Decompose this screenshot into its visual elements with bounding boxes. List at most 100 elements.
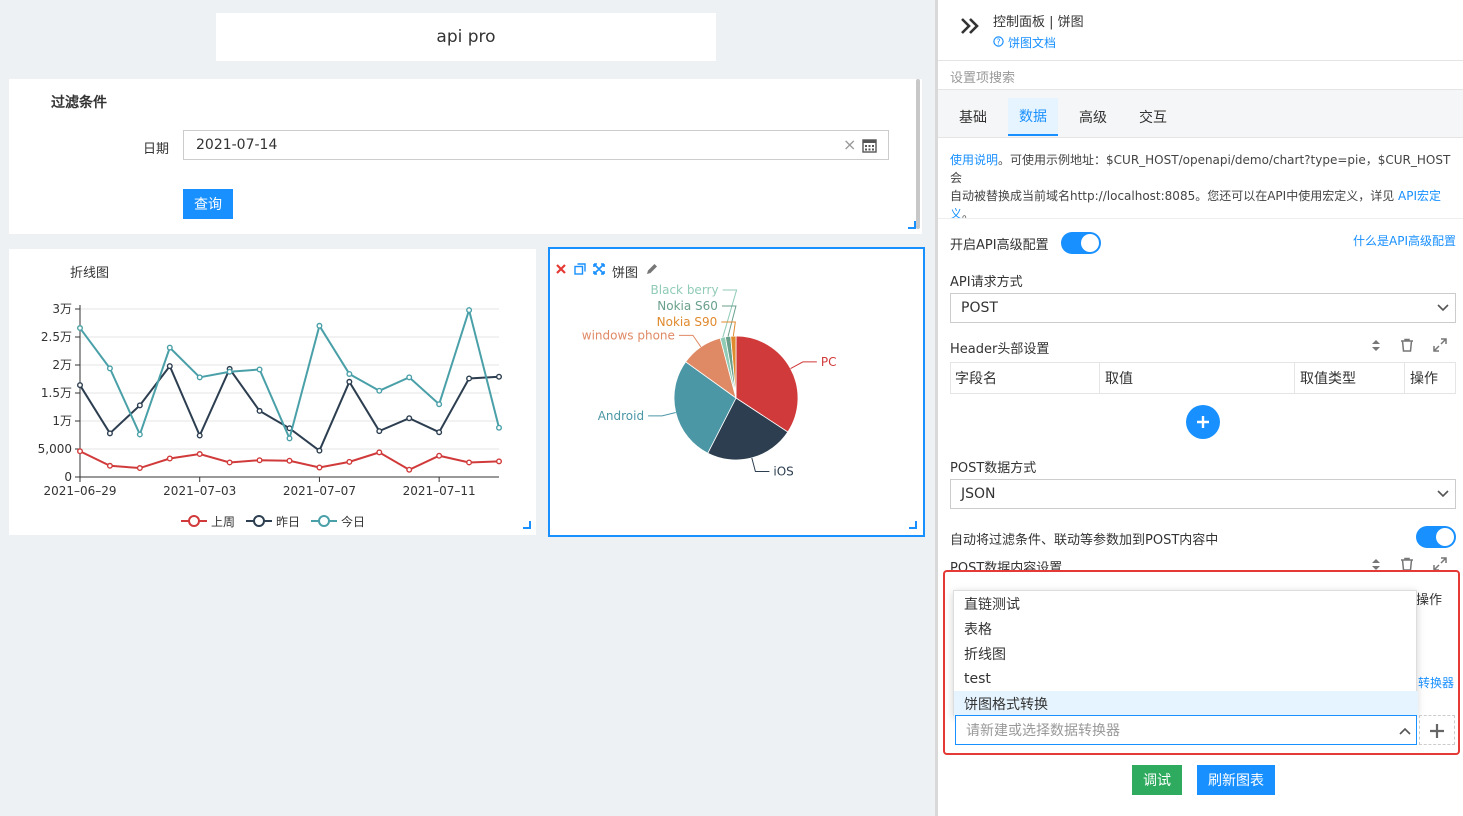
doc-link[interactable]: 饼图文档: [1008, 34, 1056, 51]
settings-search-placeholder[interactable]: 设置项搜索: [950, 67, 1015, 86]
data-point: [106, 430, 113, 437]
plus-icon: [1430, 724, 1444, 738]
label-line: [648, 412, 676, 417]
dropdown-option[interactable]: test: [954, 666, 1418, 691]
data-point: [196, 451, 203, 458]
dropdown-option[interactable]: 折线图: [954, 641, 1418, 666]
resize-handle-icon[interactable]: [908, 221, 916, 229]
line-chart-panel: 折线图 0 5,000 1万 1.5万 2万 2.5万 3万 2021–06–29 2021–…: [9, 249, 536, 535]
data-point: [196, 432, 203, 439]
data-point: [106, 365, 113, 372]
pie-label: Android: [598, 409, 644, 423]
converter-placeholder[interactable]: 请新建或选择数据转换器: [966, 720, 1120, 740]
header-label: Header头部设置: [950, 342, 1050, 357]
x-tick-label: 2021–06–29: [43, 484, 116, 498]
filter-scrollbar[interactable]: [916, 79, 920, 229]
data-point: [436, 429, 443, 436]
y-tick-label: 3万: [52, 302, 72, 316]
y-tick-label: 0: [64, 470, 72, 484]
header-col-type: 取值类型: [1295, 362, 1405, 394]
dropdown-option[interactable]: 直链测试: [954, 591, 1418, 616]
settings-search[interactable]: 设置项搜索: [938, 60, 1463, 90]
trash-icon[interactable]: [1400, 557, 1414, 571]
api-macro-link[interactable]: API宏定: [1398, 189, 1441, 203]
debug-button[interactable]: 调试: [1132, 765, 1182, 795]
data-point: [76, 382, 83, 389]
header-col-op: 操作: [1410, 371, 1438, 387]
converter-dropdown: 直链测试 表格 折线图 test 饼图格式转换: [953, 590, 1418, 716]
data-point: [316, 447, 323, 454]
chevron-up-icon[interactable]: [1399, 727, 1411, 735]
dropdown-option-highlighted[interactable]: 饼图格式转换: [954, 691, 1418, 716]
divider: [938, 218, 1463, 219]
data-point: [466, 459, 473, 466]
method-value[interactable]: POST: [961, 300, 998, 316]
tab-advanced[interactable]: 高级: [1068, 98, 1118, 136]
dashboard-title: api pro: [216, 13, 716, 61]
y-tick-label: 1.5万: [41, 386, 72, 400]
data-point: [346, 378, 353, 385]
data-point: [256, 457, 263, 464]
legend-label: 今日: [341, 514, 365, 529]
data-point: [406, 466, 413, 473]
post-mode-select[interactable]: JSON: [950, 479, 1456, 509]
data-point: [166, 344, 173, 351]
auto-merge-toggle[interactable]: [1416, 526, 1456, 548]
data-point: [316, 322, 323, 329]
data-point: [76, 448, 83, 455]
post-content-col-op: 操作: [1416, 593, 1443, 608]
calendar-icon[interactable]: [862, 138, 877, 153]
dropdown-option[interactable]: 表格: [954, 616, 1418, 641]
data-point: [406, 374, 413, 381]
sort-icon[interactable]: [1371, 339, 1381, 352]
chevron-down-icon[interactable]: [1437, 490, 1449, 498]
data-point: [226, 459, 233, 466]
data-point: [376, 449, 383, 456]
data-point: [406, 415, 413, 422]
method-select[interactable]: POST: [950, 293, 1456, 323]
resize-handle-icon[interactable]: [523, 521, 531, 529]
post-mode-value[interactable]: JSON: [961, 486, 996, 502]
plus-icon: [1197, 416, 1209, 428]
clear-icon[interactable]: ×: [843, 135, 856, 154]
expand-icon[interactable]: [1433, 557, 1447, 571]
refresh-chart-button[interactable]: 刷新图表: [1197, 765, 1275, 795]
data-point: [136, 402, 143, 409]
converter-select[interactable]: 请新建或选择数据转换器: [955, 715, 1417, 745]
converter-link[interactable]: 转换器: [1418, 674, 1454, 691]
pie-chart-panel[interactable]: 饼图 PC iOS Android windows phone Black berry N…: [548, 247, 925, 537]
resize-handle-icon[interactable]: [909, 521, 917, 529]
data-point: [166, 363, 173, 370]
expand-icon[interactable]: [1433, 338, 1447, 352]
usage-link[interactable]: 使用说明: [950, 153, 998, 167]
legend-label: 上周: [211, 515, 235, 529]
adv-config-toggle[interactable]: [1061, 232, 1101, 254]
svg-text:?: ?: [996, 38, 1000, 47]
add-converter-button[interactable]: [1419, 715, 1455, 745]
pie-label: PC: [821, 355, 837, 369]
label-line: [790, 361, 817, 369]
query-button[interactable]: 查询: [183, 189, 233, 219]
data-point: [256, 366, 263, 373]
date-input[interactable]: 2021-07-14 ×: [183, 130, 889, 160]
data-point: [286, 457, 293, 464]
tab-basic[interactable]: 基础: [948, 98, 998, 136]
label-line: [751, 457, 770, 472]
date-value[interactable]: 2021-07-14: [196, 137, 277, 153]
trash-icon[interactable]: [1400, 338, 1414, 352]
control-panel: 控制面板 | 饼图 ? 饼图文档 设置项搜索 基础 数据 高级 交互 使用说明。…: [938, 0, 1463, 816]
help-circle-icon[interactable]: ?: [993, 36, 1004, 47]
pie-label: windows phone: [582, 328, 675, 342]
tab-data[interactable]: 数据: [1008, 98, 1058, 136]
data-point: [466, 307, 473, 314]
label-line: [678, 334, 702, 348]
data-point: [226, 368, 233, 375]
add-header-button[interactable]: [1186, 405, 1220, 439]
header-col-value: 取值: [1100, 362, 1295, 394]
y-tick-label: 5,000: [38, 442, 72, 456]
tab-interaction[interactable]: 交互: [1128, 98, 1178, 136]
chevron-down-icon[interactable]: [1437, 304, 1449, 312]
method-label: API请求方式: [950, 275, 1023, 290]
adv-config-help-link[interactable]: 什么是API高级配置: [1353, 232, 1456, 249]
collapse-panel-icon[interactable]: [960, 17, 980, 35]
